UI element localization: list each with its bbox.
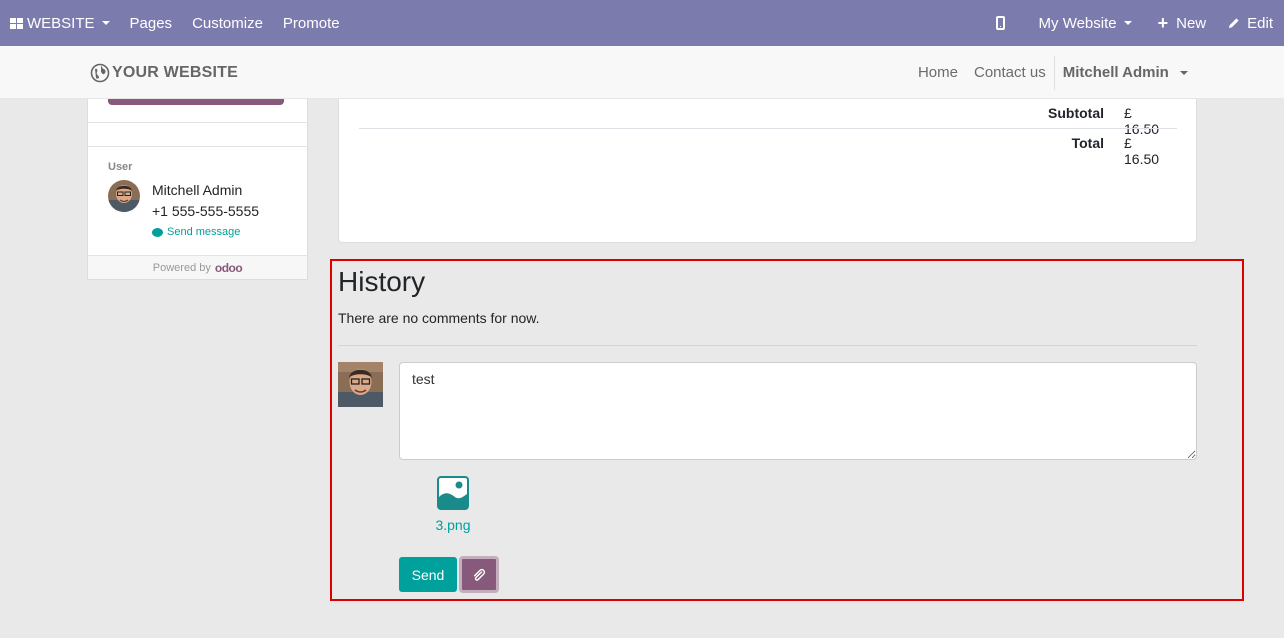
- menu-promote[interactable]: Promote: [273, 0, 350, 46]
- new-label: New: [1176, 14, 1207, 32]
- caret-down-icon: [1180, 71, 1188, 76]
- comment-icon: [152, 227, 163, 237]
- menu-customize[interactable]: Customize: [182, 0, 273, 46]
- odoo-logo-text: odoo: [214, 260, 243, 275]
- user-menu-label: Mitchell Admin: [1062, 64, 1169, 81]
- site-logo[interactable]: YOUR WEBSITE: [90, 63, 238, 83]
- nav-contact[interactable]: Contact us: [966, 64, 1054, 81]
- caret-down-icon: [1123, 21, 1132, 25]
- caret-down-icon: [101, 21, 110, 25]
- mobile-preview-icon[interactable]: [995, 16, 1005, 30]
- odoo-logo[interactable]: odoo: [214, 260, 243, 275]
- send-message-link[interactable]: Send message: [152, 226, 240, 238]
- avatar: [108, 180, 140, 212]
- menu-pages[interactable]: Pages: [120, 0, 183, 46]
- total-row: Total £ 16.50: [1004, 135, 1170, 167]
- apps-menu-label: WEBSITE: [27, 14, 95, 32]
- pencil-icon: [1229, 18, 1239, 28]
- history-title: History: [338, 266, 426, 297]
- user-phone: +1 555-555-5555: [152, 203, 260, 219]
- website-selector-label: My Website: [1038, 14, 1117, 32]
- user-name: Mitchell Admin: [152, 182, 243, 198]
- divider: [359, 128, 1177, 129]
- apps-grid-icon: [10, 17, 23, 29]
- subtotal-row: Subtotal £ 16.50: [1004, 105, 1170, 137]
- divider: [88, 122, 307, 123]
- paperclip-icon: [473, 568, 486, 581]
- site-header: YOUR WEBSITE Home Contact us Mitchell Ad…: [0, 46, 1284, 99]
- attachment-item[interactable]: 3.png: [420, 475, 486, 533]
- total-value: £ 16.50: [1124, 135, 1160, 167]
- sidebar-card: User Mitchell Admin +1 555-555-5555 Send…: [87, 99, 308, 280]
- send-button[interactable]: Send: [399, 557, 457, 592]
- subtotal-label: Subtotal: [1048, 105, 1104, 121]
- edit-label: Edit: [1247, 14, 1273, 32]
- send-message-label: Send message: [167, 226, 241, 238]
- sidebar-action-button[interactable]: [108, 99, 284, 105]
- order-totals-card: Subtotal £ 16.50 Total £ 16.50: [338, 99, 1197, 243]
- website-selector[interactable]: My Website: [1029, 0, 1148, 46]
- plus-icon: +: [1157, 13, 1169, 33]
- globe-icon: [90, 63, 110, 83]
- user-menu[interactable]: Mitchell Admin: [1055, 64, 1188, 81]
- powered-by-label: Powered by: [152, 261, 211, 274]
- attach-file-button[interactable]: [459, 556, 499, 593]
- nav-home[interactable]: Home: [910, 64, 966, 81]
- main-nav: Home Contact us Mitchell Admin: [910, 46, 1188, 99]
- website-apps-menu[interactable]: WEBSITE: [0, 0, 120, 46]
- comment-textarea[interactable]: test: [399, 362, 1197, 460]
- divider: [338, 345, 1197, 346]
- divider: [88, 146, 307, 147]
- edit-button[interactable]: Edit: [1224, 0, 1284, 46]
- logo-text: YOUR WEBSITE: [112, 64, 238, 81]
- new-content-button[interactable]: + New: [1148, 0, 1225, 46]
- total-label: Total: [1071, 135, 1104, 151]
- no-comments-text: There are no comments for now.: [338, 310, 540, 326]
- powered-by-footer: Powered by odoo: [88, 255, 307, 279]
- user-section-label: User: [108, 161, 133, 173]
- image-file-icon: [437, 476, 469, 510]
- attachment-name: 3.png: [435, 517, 471, 533]
- admin-top-bar: WEBSITE Pages Customize Promote My Websi…: [0, 0, 1284, 46]
- subtotal-value: £ 16.50: [1124, 105, 1160, 137]
- avatar: [338, 362, 383, 407]
